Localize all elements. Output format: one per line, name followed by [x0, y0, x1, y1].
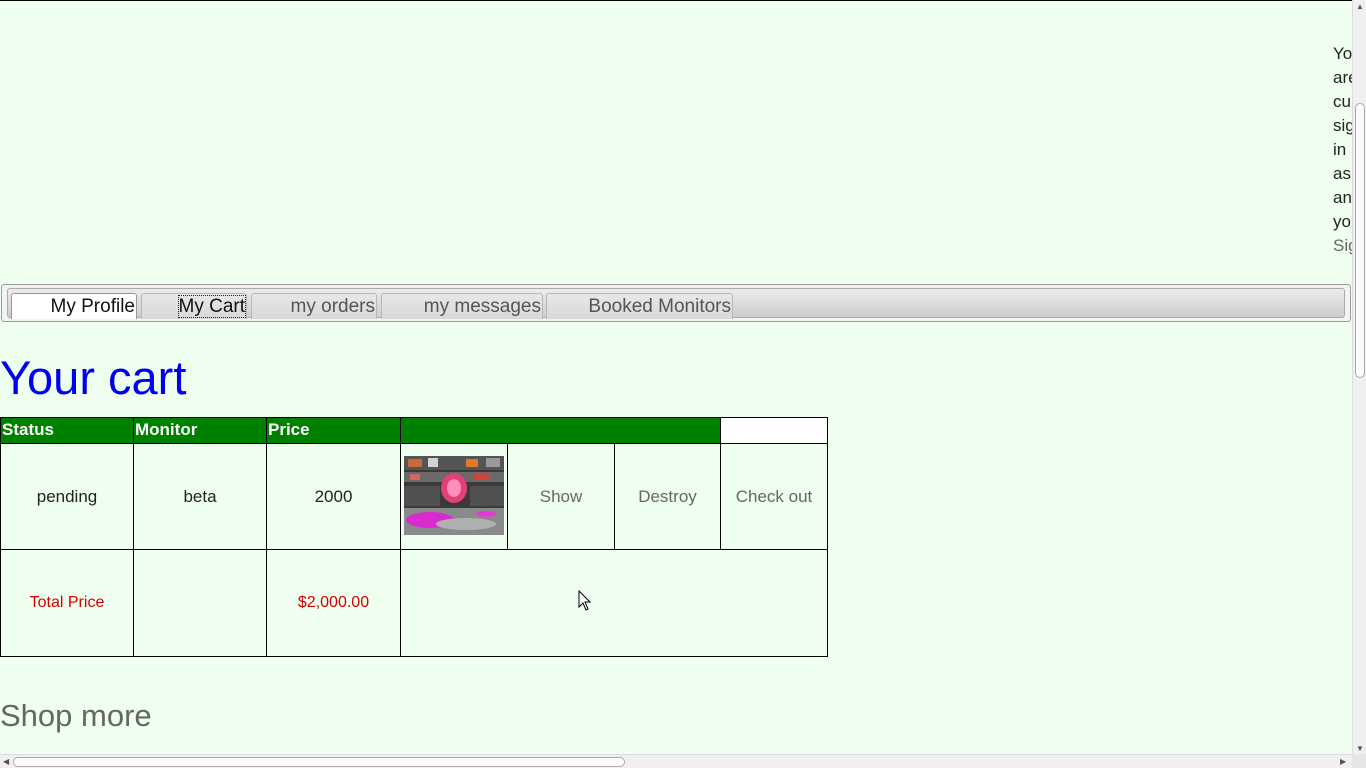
tab-label: my messages — [423, 296, 541, 317]
signin-line: as — [1333, 164, 1351, 183]
signin-line: an — [1333, 188, 1352, 207]
signin-line: in — [1333, 140, 1347, 159]
top-border — [0, 0, 1352, 1]
column-header-blank — [720, 417, 828, 444]
vertical-scrollbar[interactable]: ▲ ▼ — [1352, 0, 1366, 768]
check-out-link[interactable]: Check out — [720, 443, 828, 550]
tab-label: My Profile — [50, 296, 135, 317]
tab-my-cart[interactable]: My Cart — [141, 293, 247, 319]
tab-booked-monitors[interactable]: Booked Monitors — [546, 293, 733, 319]
column-header-price: Price — [266, 417, 401, 444]
signin-line: signed — [1333, 116, 1352, 135]
tab-label: my orders — [290, 296, 375, 317]
column-header-status: Status — [0, 417, 134, 444]
tab-my-profile[interactable]: My Profile — [11, 293, 137, 319]
tab-my-messages[interactable]: my messages — [381, 293, 543, 319]
sign-out-link[interactable]: Sign out — [1333, 234, 1352, 258]
scroll-down-icon[interactable]: ▼ — [1356, 744, 1364, 754]
cart-table: Status Monitor Price pending beta 2000 S… — [0, 417, 828, 657]
show-link[interactable]: Show — [507, 443, 615, 550]
total-price-value: $2,000.00 — [266, 549, 401, 657]
scroll-right-icon[interactable]: ▶ — [1340, 757, 1346, 767]
table-cell-empty — [400, 549, 828, 657]
scrollbar-corner — [1352, 754, 1366, 768]
signin-status: You are currently signed in as an you Si… — [1333, 42, 1352, 258]
tab-my-orders[interactable]: my orders — [251, 293, 377, 319]
horizontal-scrollbar[interactable]: ◀ ▶ — [0, 754, 1352, 768]
total-price-label: Total Price — [0, 549, 134, 657]
horizontal-scroll-thumb[interactable] — [13, 757, 625, 767]
column-header-monitor: Monitor — [133, 417, 267, 444]
tab-bar: My Profile My Cart my orders my messages… — [1, 284, 1351, 322]
destroy-link[interactable]: Destroy — [614, 443, 721, 550]
table-cell-empty — [133, 549, 267, 657]
scroll-up-icon[interactable]: ▲ — [1356, 2, 1364, 12]
column-header-actions — [400, 417, 721, 444]
signin-line: are — [1333, 68, 1352, 87]
tab-strip: My Profile My Cart my orders my messages… — [7, 288, 1345, 319]
vertical-scroll-thumb[interactable] — [1355, 103, 1365, 378]
table-cell-price: 2000 — [266, 443, 401, 550]
mall-display-thumbnail-icon[interactable] — [404, 456, 504, 535]
table-cell-monitor: beta — [133, 443, 267, 550]
table-cell-status: pending — [0, 443, 134, 550]
signin-line: currently — [1333, 92, 1352, 111]
tab-label: My Cart — [177, 295, 246, 318]
scroll-left-icon[interactable]: ◀ — [3, 757, 9, 767]
signin-line: you — [1333, 212, 1352, 231]
mouse-pointer-icon — [578, 590, 592, 611]
signin-line: You — [1333, 44, 1352, 63]
table-cell-image — [400, 443, 508, 550]
tab-label: Booked Monitors — [588, 296, 731, 317]
page-title: Your cart — [0, 351, 187, 404]
shop-more-link[interactable]: Shop more — [0, 698, 152, 734]
